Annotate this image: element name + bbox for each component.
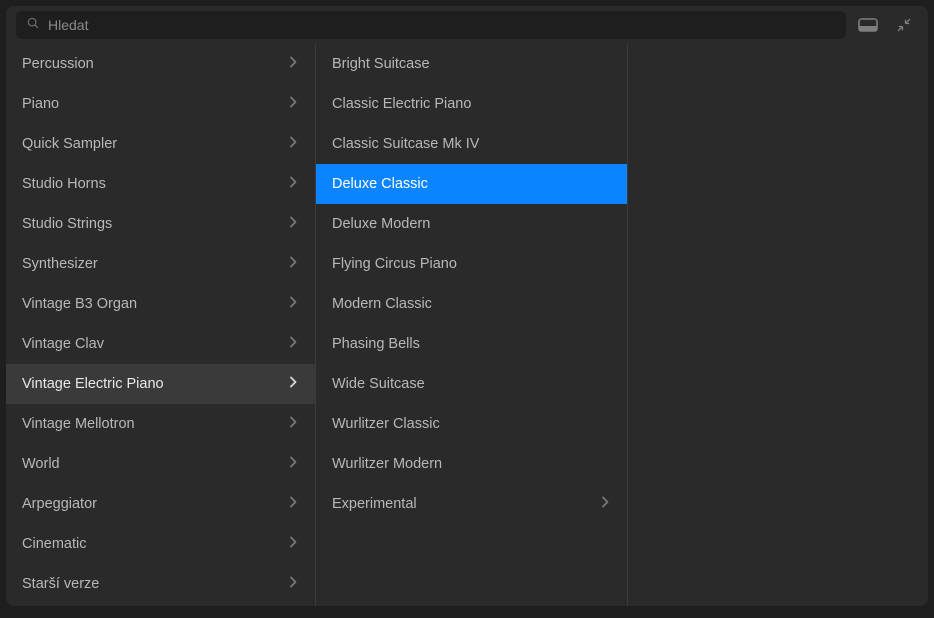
list-item[interactable]: Quick Sampler <box>6 124 315 164</box>
chevron-right-icon <box>289 96 297 112</box>
search-input[interactable] <box>48 17 836 33</box>
list-item-label: Synthesizer <box>22 256 98 272</box>
chevron-right-icon <box>289 176 297 192</box>
list-item[interactable]: Vintage Clav <box>6 324 315 364</box>
chevron-right-icon <box>289 216 297 232</box>
library-icon <box>858 17 878 33</box>
category-column-1: Bright Suitcase Classic Electric Piano Cla… <box>316 44 628 606</box>
list-item-label: Studio Strings <box>22 216 112 232</box>
chevron-right-icon <box>289 496 297 512</box>
library-view-button[interactable] <box>854 13 882 37</box>
list-item[interactable]: Modern Classic <box>316 284 627 324</box>
column-browser: Percussion Piano Quick Sampler Studio Horns… <box>6 44 928 606</box>
list-item-label: Piano <box>22 96 59 112</box>
list-item-label: Starší verze <box>22 576 99 592</box>
chevron-right-icon <box>289 256 297 272</box>
list-item[interactable]: Vintage Mellotron <box>6 404 315 444</box>
category-column-0: Percussion Piano Quick Sampler Studio Horns… <box>6 44 316 606</box>
list-item-label: Arpeggiator <box>22 496 97 512</box>
list-item[interactable]: Flying Circus Piano <box>316 244 627 284</box>
chevron-right-icon <box>289 136 297 152</box>
list-item-label: Modern Classic <box>332 296 432 312</box>
list-item[interactable]: Studio Strings <box>6 204 315 244</box>
list-item-label: Percussion <box>22 56 94 72</box>
list-item[interactable]: Arpeggiator <box>6 484 315 524</box>
chevron-right-icon <box>289 56 297 72</box>
list-item[interactable]: Experimental <box>316 484 627 524</box>
list-item[interactable]: Deluxe Classic <box>316 164 627 204</box>
list-item-label: Wurlitzer Classic <box>332 416 440 432</box>
list-item[interactable]: Starší verze <box>6 564 315 604</box>
list-item-label: Experimental <box>332 496 417 512</box>
list-item[interactable]: Cinematic <box>6 524 315 564</box>
list-item-label: Classic Electric Piano <box>332 96 471 112</box>
list-item-label: Phasing Bells <box>332 336 420 352</box>
list-item[interactable]: Wurlitzer Classic <box>316 404 627 444</box>
category-column-2 <box>628 44 928 606</box>
list-item-label: Quick Sampler <box>22 136 117 152</box>
collapse-icon <box>895 16 913 34</box>
list-item[interactable]: Synthesizer <box>6 244 315 284</box>
chevron-right-icon <box>289 336 297 352</box>
chevron-right-icon <box>289 456 297 472</box>
list-item-label: Cinematic <box>22 536 86 552</box>
chevron-right-icon <box>289 416 297 432</box>
list-item-label: Flying Circus Piano <box>332 256 457 272</box>
list-item-label: Deluxe Modern <box>332 216 430 232</box>
list-item-label: Vintage Clav <box>22 336 104 352</box>
list-item-label: Vintage Mellotron <box>22 416 135 432</box>
list-item[interactable]: Wide Suitcase <box>316 364 627 404</box>
search-bar <box>6 6 928 44</box>
list-item[interactable]: Deluxe Modern <box>316 204 627 244</box>
list-item-label: Studio Horns <box>22 176 106 192</box>
list-item-label: Wide Suitcase <box>332 376 425 392</box>
list-item[interactable]: Percussion <box>6 44 315 84</box>
list-item-label: Vintage Electric Piano <box>22 376 164 392</box>
chevron-right-icon <box>289 536 297 552</box>
list-item[interactable]: Studio Horns <box>6 164 315 204</box>
list-item[interactable]: Phasing Bells <box>316 324 627 364</box>
browser-panel: Percussion Piano Quick Sampler Studio Horns… <box>6 6 928 606</box>
list-item-label: Wurlitzer Modern <box>332 456 442 472</box>
list-item-label: Bright Suitcase <box>332 56 430 72</box>
list-item[interactable]: Classic Electric Piano <box>316 84 627 124</box>
chevron-right-icon <box>601 496 609 512</box>
list-item[interactable]: World <box>6 444 315 484</box>
search-container[interactable] <box>16 11 846 39</box>
list-item[interactable]: Classic Suitcase Mk IV <box>316 124 627 164</box>
list-item[interactable]: Vintage B3 Organ <box>6 284 315 324</box>
list-item[interactable]: Bright Suitcase <box>316 44 627 84</box>
list-item-label: Classic Suitcase Mk IV <box>332 136 479 152</box>
list-item[interactable]: Wurlitzer Modern <box>316 444 627 484</box>
list-item-label: Deluxe Classic <box>332 176 428 192</box>
list-item[interactable]: Vintage Electric Piano <box>6 364 315 404</box>
chevron-right-icon <box>289 376 297 392</box>
list-item[interactable]: Piano <box>6 84 315 124</box>
list-item-label: Vintage B3 Organ <box>22 296 137 312</box>
collapse-button[interactable] <box>890 13 918 37</box>
chevron-right-icon <box>289 296 297 312</box>
search-icon <box>26 16 40 35</box>
chevron-right-icon <box>289 576 297 592</box>
list-item-label: World <box>22 456 60 472</box>
